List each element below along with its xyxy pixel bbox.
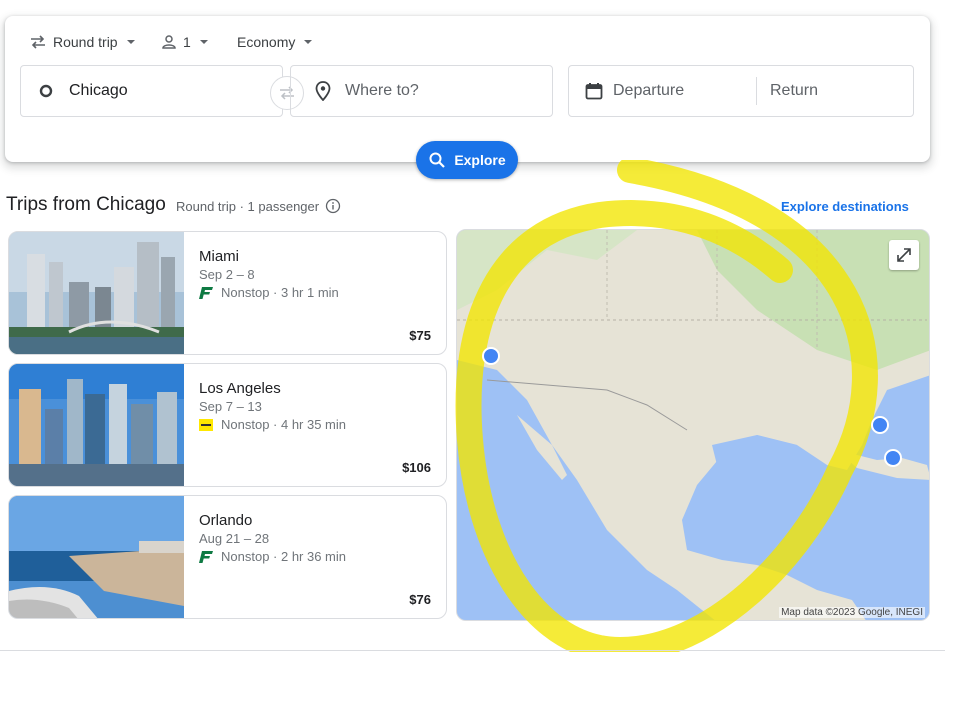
trip-stops: Nonstop · 3 hr 1 min (199, 285, 339, 300)
page-divider (0, 650, 945, 651)
trip-city: Miami (199, 248, 239, 265)
miami-photo (9, 232, 184, 354)
person-icon (162, 35, 176, 49)
trip-card-miami[interactable]: Miami Sep 2 – 8 Nonstop · 3 hr 1 min $75 (8, 231, 447, 355)
destinations-map[interactable]: Map data ©2023 Google, INEGI (456, 229, 930, 621)
passengers-select[interactable]: 1 (161, 32, 211, 52)
trip-dates: Aug 21 – 28 (199, 531, 270, 546)
expand-icon (897, 248, 911, 262)
caret-down-icon (304, 40, 313, 44)
trip-price: $76 (409, 592, 431, 607)
trip-price: $106 (402, 460, 431, 475)
passengers-count: 1 (183, 34, 191, 50)
trip-stops-text: Nonstop · 4 hr 35 min (221, 417, 347, 432)
caret-down-icon (199, 40, 208, 44)
calendar-icon (585, 83, 603, 100)
map-canvas (457, 230, 929, 620)
info-icon[interactable] (325, 198, 341, 214)
trip-city: Los Angeles (199, 380, 281, 397)
orlando-photo (9, 496, 184, 618)
origin-field[interactable]: Chicago (20, 65, 283, 117)
trip-card-orlando[interactable]: Orlando Aug 21 – 28 Nonstop · 2 hr 36 mi… (8, 495, 447, 619)
destination-field[interactable]: Where to? (290, 65, 553, 117)
los-angeles-photo (9, 364, 184, 486)
return-placeholder[interactable]: Return (770, 82, 818, 100)
cabin-class-label: Economy (237, 34, 296, 50)
section-subtitle: Round trip · 1 passenger (176, 198, 341, 214)
frontier-logo-icon (199, 286, 213, 299)
section-subtitle-text: Round trip · 1 passenger (176, 198, 320, 214)
swap-arrows-icon (31, 35, 45, 49)
frontier-logo-icon (199, 550, 213, 563)
trip-price: $75 (409, 328, 431, 343)
trip-stops-text: Nonstop · 2 hr 36 min (221, 549, 347, 564)
date-divider (756, 77, 757, 105)
trip-dates: Sep 2 – 8 (199, 267, 255, 282)
trip-stops: Nonstop · 4 hr 35 min (199, 417, 346, 432)
explore-destinations-link[interactable]: Explore destinations (781, 199, 909, 214)
cabin-class-select[interactable]: Economy (237, 32, 315, 52)
trip-stops-text: Nonstop · 3 hr 1 min (221, 285, 339, 300)
trip-dates: Sep 7 – 13 (199, 399, 262, 414)
departure-placeholder[interactable]: Departure (613, 82, 756, 100)
location-pin-icon (315, 81, 331, 101)
explore-label: Explore (454, 152, 506, 168)
origin-circle-icon (39, 84, 53, 98)
trip-card-los-angeles[interactable]: Los Angeles Sep 7 – 13 Nonstop · 4 hr 35… (8, 363, 447, 487)
trip-type-label: Round trip (53, 34, 118, 50)
origin-value: Chicago (69, 82, 128, 99)
expand-map-button[interactable] (889, 240, 919, 270)
search-icon (429, 152, 446, 168)
trip-type-select[interactable]: Round trip (29, 32, 138, 52)
trip-city: Orlando (199, 512, 253, 529)
map-credit: Map data ©2023 Google, INEGI (779, 607, 925, 618)
trip-stops: Nonstop · 2 hr 36 min (199, 549, 346, 564)
destination-placeholder: Where to? (345, 82, 419, 99)
section-title: Trips from Chicago (6, 194, 166, 215)
dates-field[interactable]: Departure Return (568, 65, 914, 117)
spirit-logo-icon (199, 418, 213, 431)
caret-down-icon (126, 40, 135, 44)
explore-button[interactable]: Explore (416, 141, 518, 179)
